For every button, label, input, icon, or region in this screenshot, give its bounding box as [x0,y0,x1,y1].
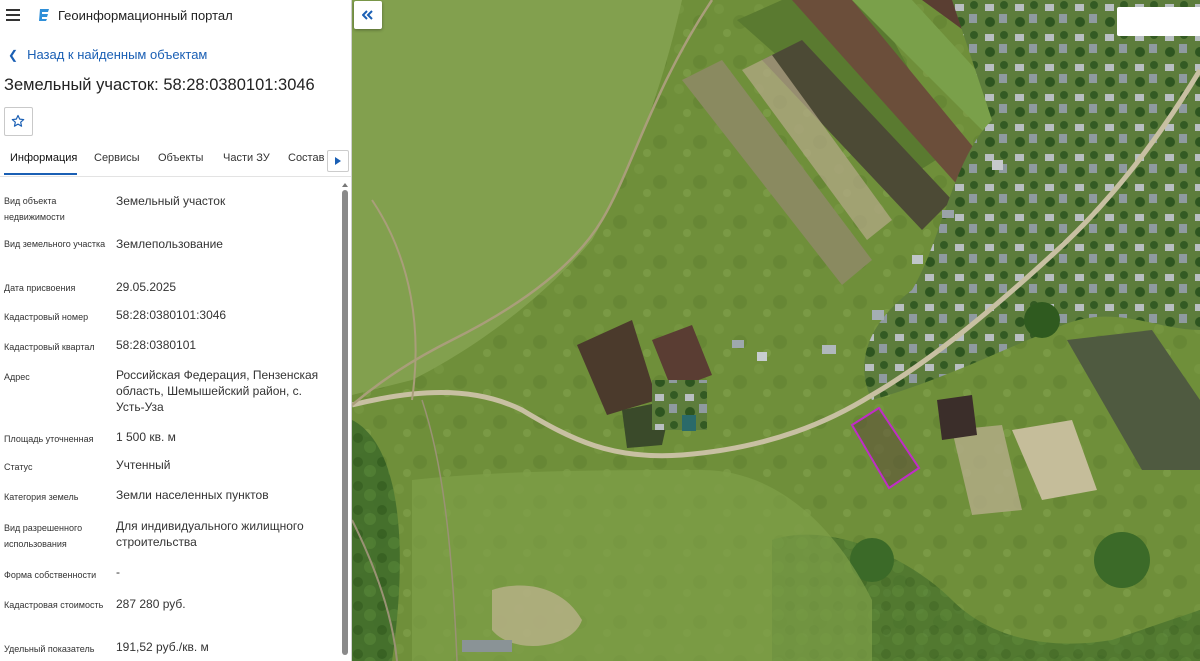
property-value: Земельный участок [116,194,226,208]
property-value: 58:28:0380101:3046 [116,308,227,322]
page-title: Земельный участок: 58:28:0380101:3046 [4,76,315,94]
hamburger-menu-icon[interactable] [6,9,20,21]
property-value: Землепользование [116,237,223,251]
scroll-up-arrow-icon[interactable] [342,183,348,187]
map-search-box[interactable] [1117,7,1200,36]
tab-information[interactable]: Информация [10,152,77,164]
property-label: Статус [4,462,33,472]
property-label: Кадастровый номер [4,312,89,322]
tab-bar: Информация Сервисы Объекты Части ЗУ Сост… [0,146,351,177]
property-label: Дата присвоения [4,283,76,293]
portal-title[interactable]: Геоинформационный портал [58,8,233,23]
tabs-scroll-right-button[interactable] [327,150,349,172]
portal-logo-icon [39,9,49,21]
property-label: Категория земель [4,492,79,502]
star-icon [11,114,25,127]
property-value: Земли населенных пунктов [116,488,269,502]
panel-scrollbar[interactable] [341,183,349,661]
property-value: 1 500 кв. м [116,430,176,444]
info-panel: Геоинформационный портал ❮ Назад к найден… [0,0,352,661]
tab-services[interactable]: Сервисы [94,152,140,164]
double-chevron-left-icon [362,10,373,20]
property-label: Площадь уточненная [4,434,94,444]
satellite-map[interactable] [352,0,1200,661]
satellite-imagery [352,0,1200,661]
tab-parcel-parts[interactable]: Части ЗУ [223,152,270,164]
caret-right-icon [335,157,341,165]
property-label: Вид разрешенного использования [4,523,83,549]
back-to-results-link[interactable]: ❮ Назад к найденным объектам [8,47,207,62]
scrollbar-thumb[interactable] [342,190,348,655]
property-value: Российская Федерация, Пензенская область… [116,368,319,414]
property-value: 191,52 руб./кв. м [116,640,209,654]
property-value: 287 280 руб. [116,597,186,611]
property-label: Кадастровая стоимость [4,600,104,610]
favorite-button[interactable] [4,107,33,136]
property-value: 29.05.2025 [116,280,177,294]
property-label: Вид объекта недвижимости [4,196,65,222]
property-label: Адрес [4,372,30,382]
property-label: Форма собственности [4,570,97,580]
property-label: Удельный показатель [4,644,95,654]
top-bar: Геоинформационный портал [0,0,351,32]
back-link-label: Назад к найденным объектам [27,47,208,62]
collapse-panel-button[interactable] [354,1,382,29]
property-value: - [116,565,120,579]
tab-composition[interactable]: Состав [288,152,324,164]
tab-objects[interactable]: Объекты [158,152,203,164]
chevron-left-icon: ❮ [8,48,19,62]
property-value: Для индивидуального жилищного строительс… [116,519,304,549]
property-value: Учтенный [116,458,171,472]
property-label: Вид земельного участка [4,239,106,249]
active-tab-indicator [4,173,77,175]
property-value: 58:28:0380101 [116,338,197,352]
property-label: Кадастровый квартал [4,342,95,352]
